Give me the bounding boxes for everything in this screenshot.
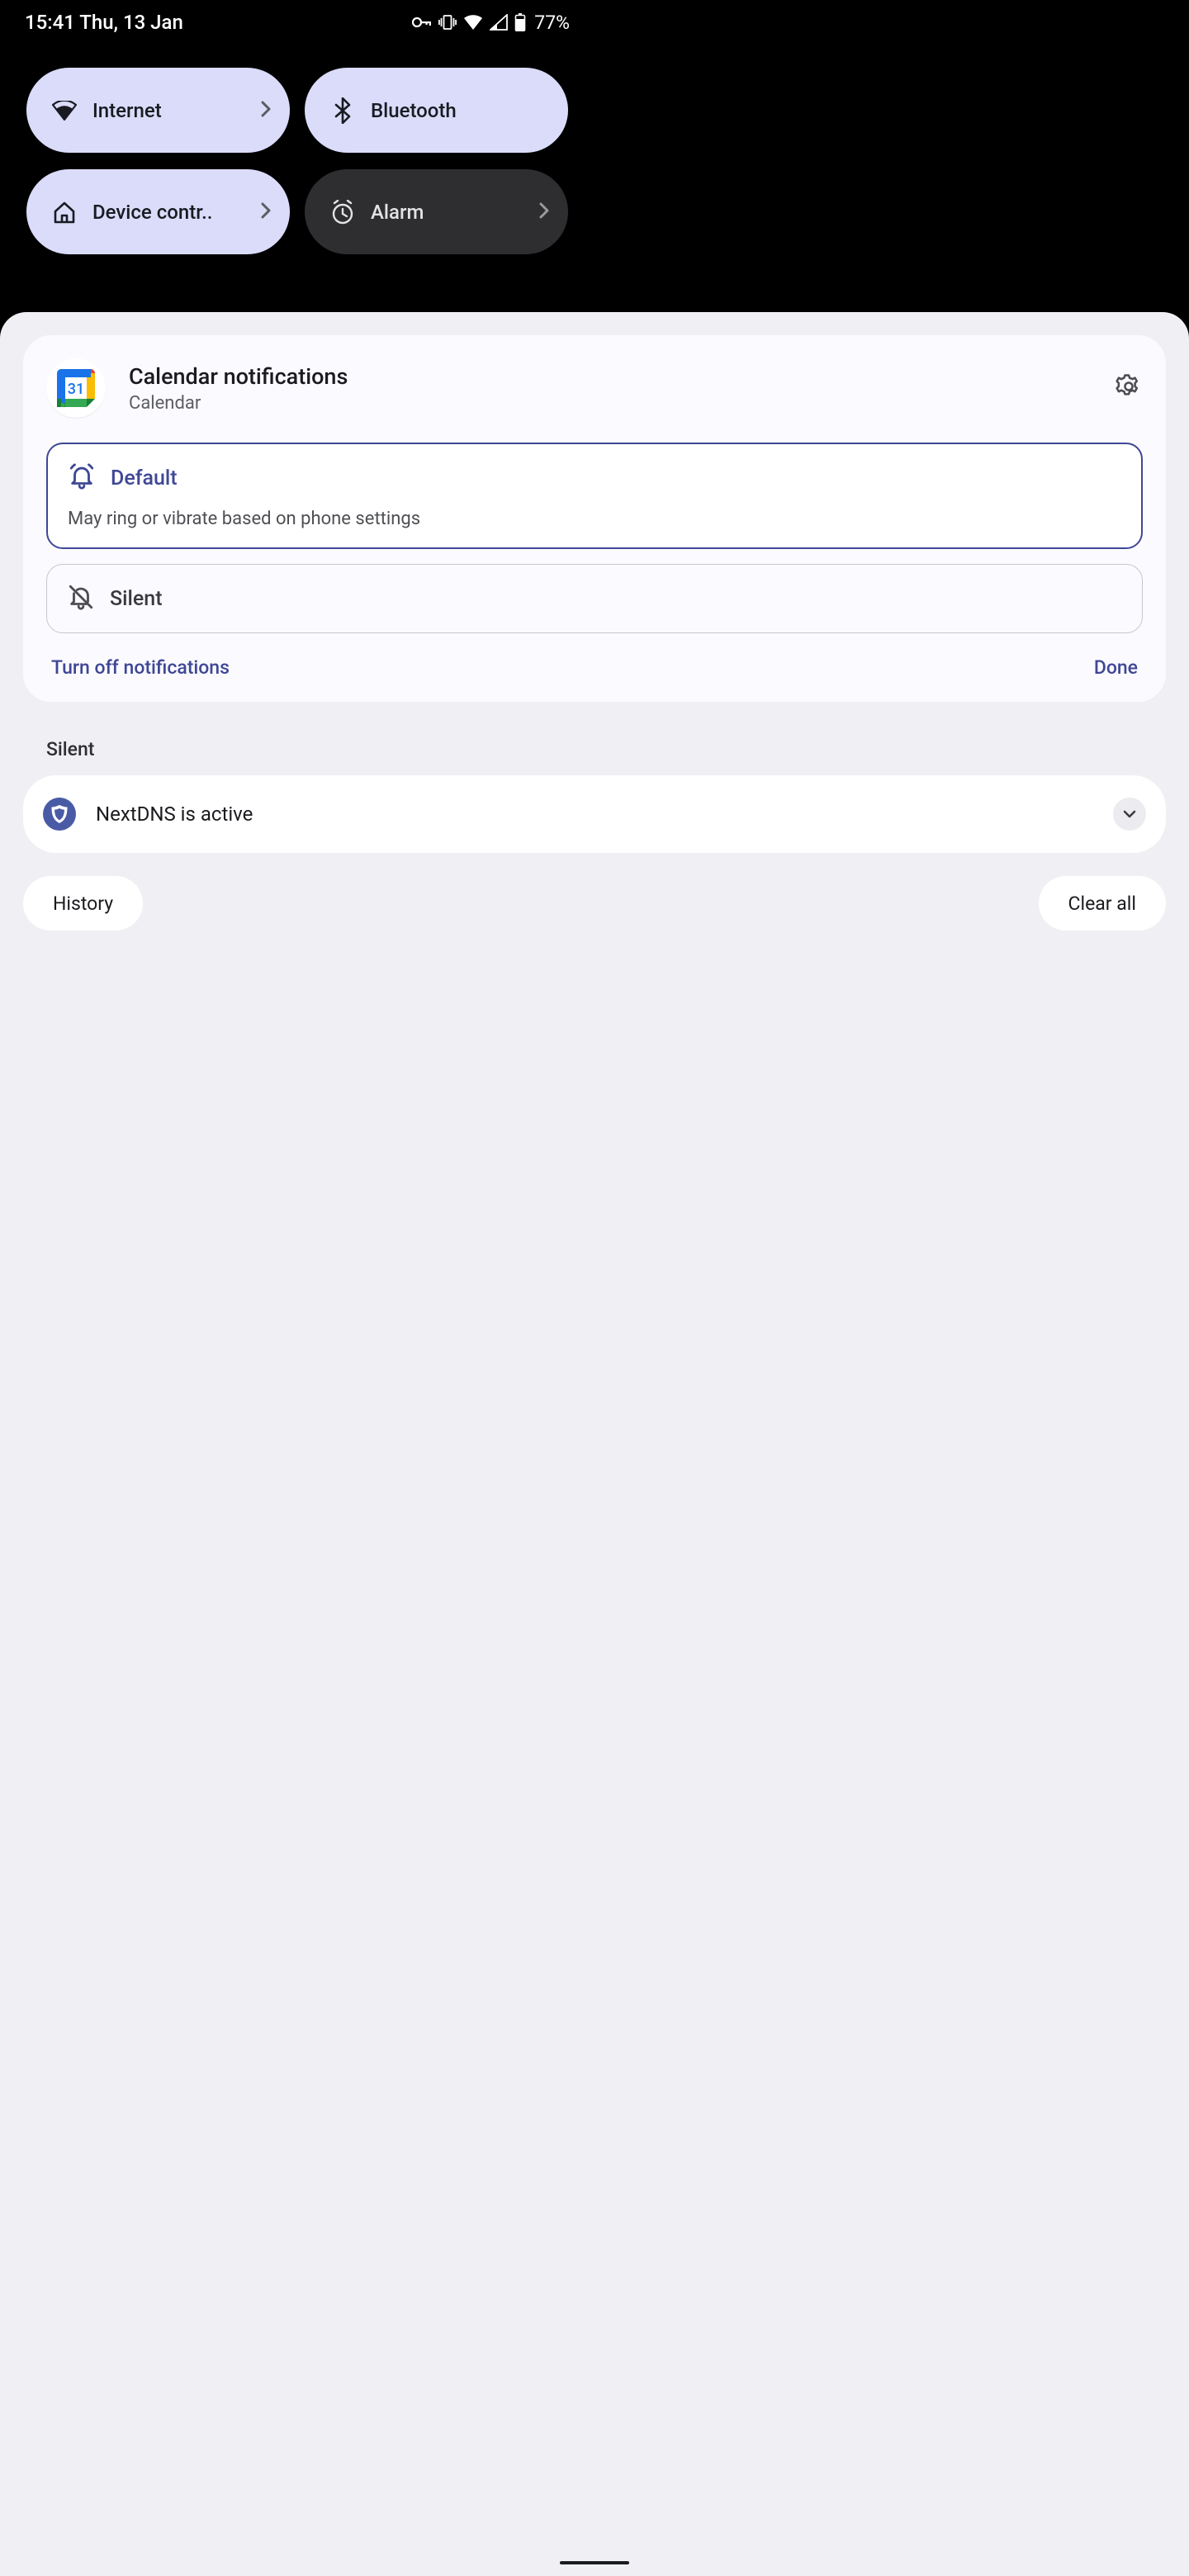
- status-right-icons: 77%: [412, 12, 570, 34]
- battery-percent: 77%: [534, 12, 570, 34]
- silent-section-heading: Silent: [46, 738, 1166, 760]
- option-label: Default: [111, 466, 178, 490]
- shade-actions: History Clear all: [23, 876, 1166, 930]
- option-label: Silent: [110, 587, 163, 611]
- qs-tile-bluetooth[interactable]: Bluetooth: [305, 68, 568, 153]
- wifi-icon: [463, 14, 483, 31]
- vpn-key-icon: [412, 17, 432, 28]
- card-header: 31 Calendar notifications Calendar: [46, 358, 1143, 418]
- card-title: Calendar notifications: [129, 363, 1115, 390]
- bell-off-icon: [67, 583, 95, 614]
- status-bar: 15:41 Thu, 13 Jan 77%: [0, 0, 594, 45]
- qs-tile-device-controls[interactable]: Device contr..: [26, 169, 290, 254]
- settings-gear-button[interactable]: [1115, 372, 1143, 404]
- bell-ring-icon: [68, 462, 96, 494]
- option-silent[interactable]: Silent: [46, 564, 1143, 633]
- nav-handle[interactable]: [560, 2561, 629, 2564]
- signal-icon: [490, 14, 508, 31]
- qs-tile-label: Bluetooth: [371, 99, 550, 122]
- card-subtitle: Calendar: [129, 393, 1115, 414]
- qs-tile-label: Internet: [92, 99, 260, 122]
- chevron-right-icon: [260, 100, 272, 121]
- chevron-right-icon: [260, 201, 272, 223]
- bluetooth-icon: [328, 97, 358, 124]
- qs-tile-label: Alarm: [371, 201, 538, 224]
- quick-settings-area: Internet Bluetooth Device contr..: [0, 45, 594, 281]
- chevron-right-icon: [538, 201, 550, 223]
- clear-all-button[interactable]: Clear all: [1039, 876, 1166, 930]
- history-button[interactable]: History: [23, 876, 143, 930]
- svg-text:31: 31: [68, 381, 84, 398]
- calendar-app-icon: 31: [46, 358, 106, 418]
- expand-button[interactable]: [1113, 798, 1146, 831]
- notification-nextdns[interactable]: NextDNS is active: [23, 775, 1166, 853]
- shield-icon: [43, 798, 76, 831]
- notification-text: NextDNS is active: [96, 803, 1113, 826]
- notification-channel-card: 31 Calendar notifications Calendar Defau…: [23, 335, 1166, 702]
- battery-icon: [514, 13, 526, 31]
- option-default[interactable]: Default May ring or vibrate based on pho…: [46, 443, 1143, 549]
- qs-tile-alarm[interactable]: Alarm: [305, 169, 568, 254]
- notification-shade: 31 Calendar notifications Calendar Defau…: [0, 312, 1189, 2576]
- status-time-date: 15:41 Thu, 13 Jan: [25, 11, 183, 34]
- home-icon: [50, 201, 79, 224]
- option-desc: May ring or vibrate based on phone setti…: [68, 509, 1121, 529]
- wifi-icon: [50, 101, 79, 121]
- qs-tile-label: Device contr..: [92, 201, 260, 224]
- qs-tile-internet[interactable]: Internet: [26, 68, 290, 153]
- alarm-icon: [328, 200, 358, 225]
- turn-off-notifications-button[interactable]: Turn off notifications: [51, 656, 230, 679]
- vibrate-icon: [438, 14, 457, 31]
- done-button[interactable]: Done: [1094, 656, 1138, 679]
